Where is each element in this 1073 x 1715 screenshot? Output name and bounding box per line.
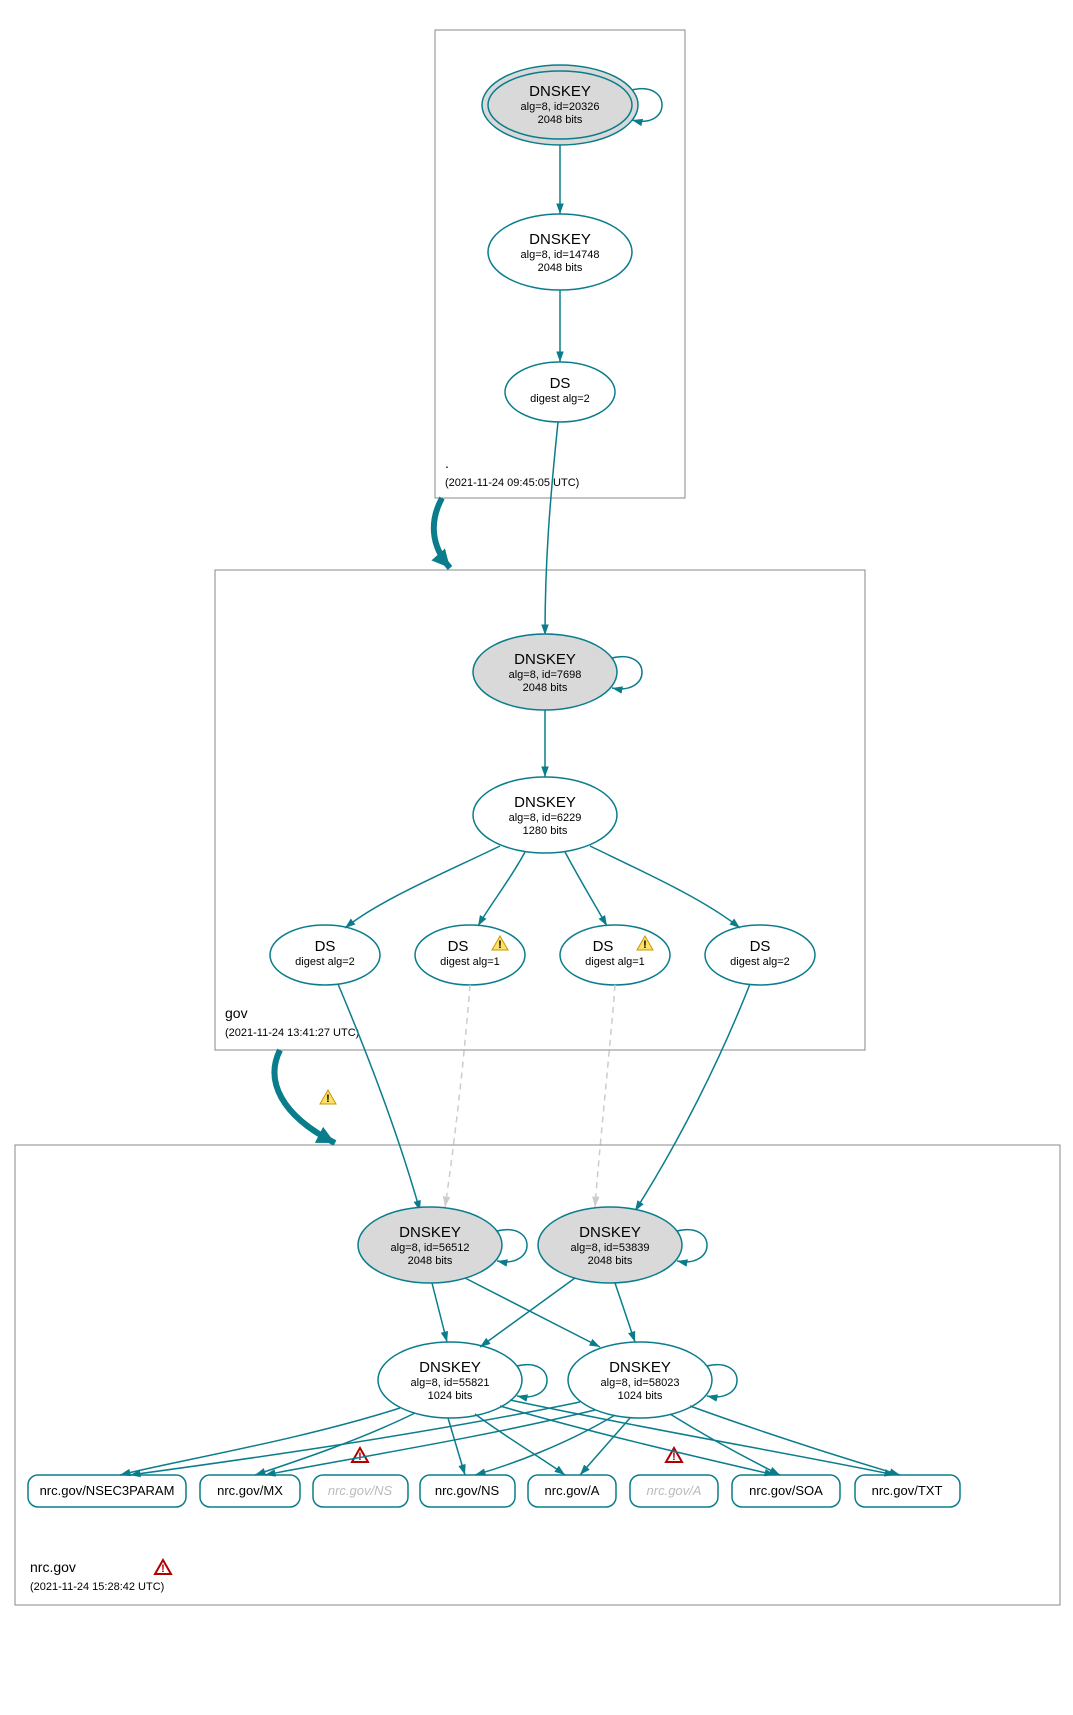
node-root-ksk[interactable]: DNSKEY alg=8, id=20326 2048 bits bbox=[482, 65, 638, 145]
svg-text:2048 bits: 2048 bits bbox=[408, 1255, 453, 1267]
svg-text:DS: DS bbox=[315, 938, 336, 955]
svg-text:nrc.gov/NSEC3PARAM: nrc.gov/NSEC3PARAM bbox=[40, 1483, 175, 1498]
node-root-zsk[interactable]: DNSKEY alg=8, id=14748 2048 bits bbox=[488, 214, 632, 290]
svg-text:2048 bits: 2048 bits bbox=[538, 114, 583, 126]
svg-text:DS: DS bbox=[750, 938, 771, 955]
node-gov-zsk[interactable]: DNSKEY alg=8, id=6229 1280 bits bbox=[473, 777, 617, 853]
svg-text:1280 bits: 1280 bits bbox=[523, 825, 568, 837]
svg-text:alg=8, id=6229: alg=8, id=6229 bbox=[509, 812, 582, 824]
svg-text:DNSKEY: DNSKEY bbox=[529, 231, 591, 248]
svg-text:alg=8, id=7698: alg=8, id=7698 bbox=[509, 669, 582, 681]
rrset-ns[interactable]: nrc.gov/NS bbox=[420, 1475, 515, 1507]
edge-zsk1-rr1 bbox=[255, 1413, 415, 1475]
svg-text:DNSKEY: DNSKEY bbox=[399, 1224, 461, 1241]
node-nrc-ksk2[interactable]: DNSKEY alg=8, id=53839 2048 bits bbox=[538, 1207, 682, 1283]
zone-gov-name: gov bbox=[225, 1005, 248, 1021]
svg-text:alg=8, id=56512: alg=8, id=56512 bbox=[391, 1242, 470, 1254]
svg-text:DS: DS bbox=[550, 375, 571, 392]
dnssec-graph: . (2021-11-24 09:45:05 UTC) gov (2021-11… bbox=[0, 0, 1073, 1715]
edge-zsk2-rr6 bbox=[670, 1414, 780, 1475]
svg-text:DNSKEY: DNSKEY bbox=[579, 1224, 641, 1241]
svg-text:DNSKEY: DNSKEY bbox=[514, 794, 576, 811]
zone-nrcgov-box bbox=[15, 1145, 1060, 1605]
edge-zsk2-rr0 bbox=[130, 1402, 580, 1475]
edge-zone-root-to-gov bbox=[434, 498, 450, 568]
edge-root-ds-to-gov-ksk bbox=[545, 422, 558, 635]
edge-nrc-ksk2-zsk2 bbox=[615, 1283, 635, 1342]
rrset-mx[interactable]: nrc.gov/MX bbox=[200, 1475, 300, 1507]
svg-text:digest alg=2: digest alg=2 bbox=[530, 393, 590, 405]
svg-text:2048 bits: 2048 bits bbox=[523, 682, 568, 694]
svg-text:!: ! bbox=[498, 939, 502, 951]
error-icon: ! bbox=[155, 1560, 171, 1575]
rrset-txt[interactable]: nrc.gov/TXT bbox=[855, 1475, 960, 1507]
edge-gov-zsk-ds1 bbox=[345, 846, 500, 928]
svg-text:nrc.gov/NS: nrc.gov/NS bbox=[328, 1483, 393, 1498]
svg-text:nrc.gov/NS: nrc.gov/NS bbox=[435, 1483, 500, 1498]
svg-text:nrc.gov/A: nrc.gov/A bbox=[545, 1483, 600, 1498]
svg-text:DNSKEY: DNSKEY bbox=[609, 1359, 671, 1376]
svg-text:1024 bits: 1024 bits bbox=[618, 1390, 663, 1402]
svg-text:nrc.gov/SOA: nrc.gov/SOA bbox=[749, 1483, 823, 1498]
edge-gov-zsk-ds2 bbox=[478, 852, 525, 926]
warning-icon: ! bbox=[320, 1090, 336, 1105]
edge-zsk2-rr7 bbox=[690, 1406, 900, 1475]
zone-root-ts: (2021-11-24 09:45:05 UTC) bbox=[445, 477, 579, 489]
svg-text:digest alg=2: digest alg=2 bbox=[730, 956, 790, 968]
svg-text:alg=8, id=20326: alg=8, id=20326 bbox=[521, 101, 600, 113]
svg-text:digest alg=2: digest alg=2 bbox=[295, 956, 355, 968]
rrset-a-stale[interactable]: nrc.gov/A bbox=[630, 1475, 718, 1507]
edge-zsk1-rr4 bbox=[475, 1414, 565, 1475]
svg-text:!: ! bbox=[643, 939, 647, 951]
svg-text:nrc.gov/TXT: nrc.gov/TXT bbox=[872, 1483, 943, 1498]
edge-gov-ds1-nrc-ksk1 bbox=[338, 984, 420, 1211]
svg-text:nrc.gov/MX: nrc.gov/MX bbox=[217, 1483, 283, 1498]
rrset-a[interactable]: nrc.gov/A bbox=[528, 1475, 616, 1507]
edge-gov-ds3-nrc-ksk2 bbox=[595, 985, 615, 1207]
svg-text:!: ! bbox=[161, 1563, 165, 1575]
edge-gov-ds4-nrc-ksk2 bbox=[635, 984, 750, 1211]
zone-nrcgov-ts: (2021-11-24 15:28:42 UTC) bbox=[30, 1581, 164, 1593]
zone-root-name: . bbox=[445, 455, 449, 471]
svg-text:!: ! bbox=[326, 1093, 330, 1105]
svg-text:digest alg=1: digest alg=1 bbox=[585, 956, 645, 968]
node-gov-ds3[interactable]: DS digest alg=1 bbox=[560, 925, 670, 985]
svg-text:DS: DS bbox=[593, 938, 614, 955]
rrset-ns-stale[interactable]: nrc.gov/NS bbox=[313, 1475, 408, 1507]
node-gov-ds4[interactable]: DS digest alg=2 bbox=[705, 925, 815, 985]
svg-text:alg=8, id=58023: alg=8, id=58023 bbox=[601, 1377, 680, 1389]
edge-nrc-ksk1-zsk1 bbox=[432, 1283, 447, 1342]
svg-text:!: ! bbox=[672, 1451, 676, 1463]
svg-text:2048 bits: 2048 bits bbox=[588, 1255, 633, 1267]
error-icon: ! bbox=[352, 1448, 368, 1463]
rrset-nsec3param[interactable]: nrc.gov/NSEC3PARAM bbox=[28, 1475, 186, 1507]
edge-zsk2-rr1 bbox=[265, 1410, 595, 1475]
edge-nrc-ksk1-zsk2 bbox=[465, 1278, 600, 1347]
node-gov-ksk[interactable]: DNSKEY alg=8, id=7698 2048 bits bbox=[473, 634, 617, 710]
svg-text:DS: DS bbox=[448, 938, 469, 955]
svg-text:nrc.gov/A: nrc.gov/A bbox=[647, 1483, 702, 1498]
svg-text:alg=8, id=53839: alg=8, id=53839 bbox=[571, 1242, 650, 1254]
edge-nrc-ksk2-zsk1 bbox=[480, 1278, 575, 1347]
svg-text:1024 bits: 1024 bits bbox=[428, 1390, 473, 1402]
svg-text:DNSKEY: DNSKEY bbox=[514, 651, 576, 668]
svg-text:2048 bits: 2048 bits bbox=[538, 262, 583, 274]
node-gov-ds1[interactable]: DS digest alg=2 bbox=[270, 925, 380, 985]
rrset-soa[interactable]: nrc.gov/SOA bbox=[732, 1475, 840, 1507]
edge-gov-ds2-nrc-ksk1 bbox=[445, 985, 470, 1207]
zone-nrcgov-name: nrc.gov bbox=[30, 1559, 76, 1575]
edge-zsk2-rr3 bbox=[475, 1415, 615, 1475]
node-nrc-ksk1[interactable]: DNSKEY alg=8, id=56512 2048 bits bbox=[358, 1207, 502, 1283]
edge-gov-zsk-ds4 bbox=[590, 846, 740, 928]
svg-text:alg=8, id=14748: alg=8, id=14748 bbox=[521, 249, 600, 261]
svg-text:digest alg=1: digest alg=1 bbox=[440, 956, 500, 968]
svg-text:DNSKEY: DNSKEY bbox=[529, 83, 591, 100]
node-gov-ds2[interactable]: DS digest alg=1 bbox=[415, 925, 525, 985]
svg-text:alg=8, id=55821: alg=8, id=55821 bbox=[411, 1377, 490, 1389]
edge-gov-zsk-ds3 bbox=[565, 852, 607, 926]
node-root-ds[interactable]: DS digest alg=2 bbox=[505, 362, 615, 422]
edge-zsk2-rr4 bbox=[580, 1418, 630, 1475]
svg-text:DNSKEY: DNSKEY bbox=[419, 1359, 481, 1376]
zone-gov-ts: (2021-11-24 13:41:27 UTC) bbox=[225, 1027, 359, 1039]
